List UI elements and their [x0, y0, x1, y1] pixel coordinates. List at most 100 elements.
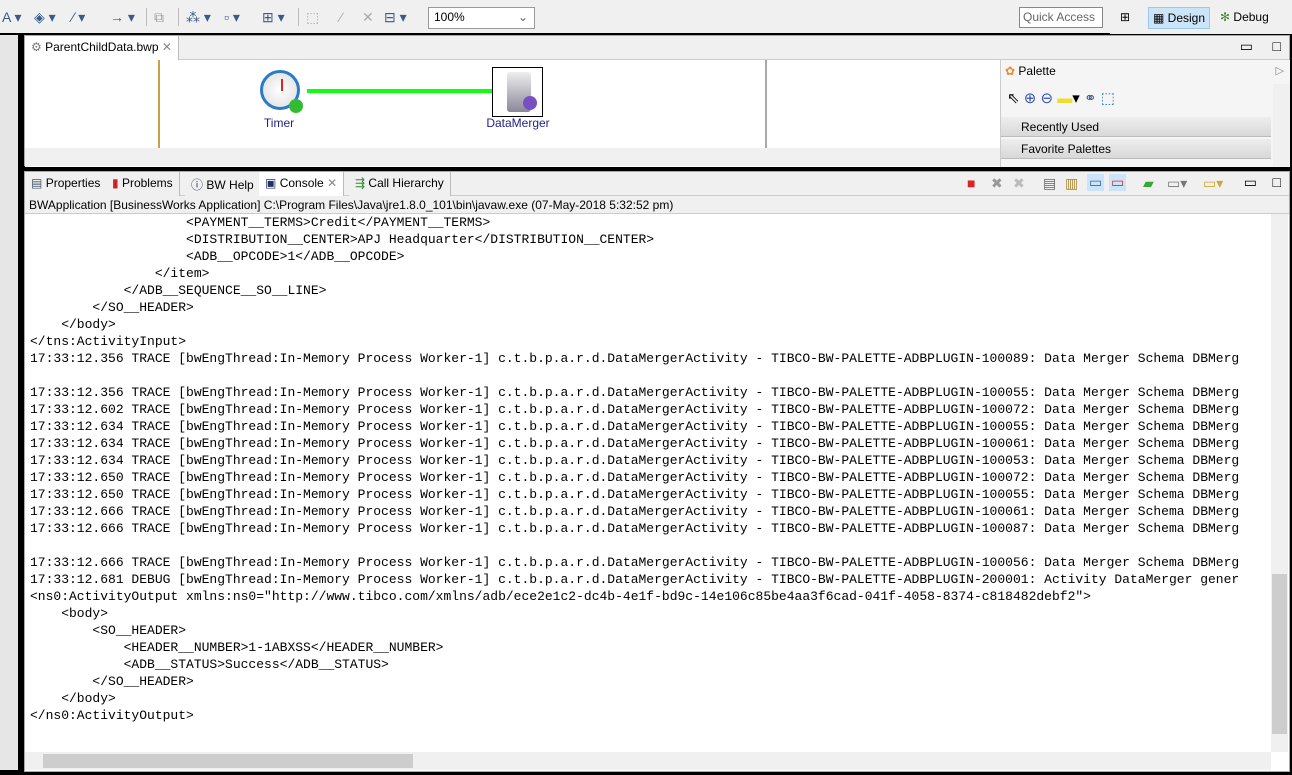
zoom-in-icon[interactable]: ⊕: [1024, 90, 1037, 107]
minimize-icon[interactable]: ▭: [1244, 174, 1257, 191]
scroll-lock-icon[interactable]: ▥: [1065, 175, 1078, 192]
process-canvas[interactable]: Timer DataMerger: [25, 60, 1000, 167]
tab-call-hierarchy[interactable]: ⇶ Call Hierarchy: [349, 172, 451, 196]
separator: [178, 8, 179, 26]
copy-format-icon[interactable]: ⧉: [154, 9, 164, 26]
show-stdout-icon[interactable]: ▭: [1087, 174, 1105, 191]
console-line: 17:33:12.650 TRACE [bwEngThread:In-Memor…: [30, 470, 1240, 485]
palette-header: ✿ Palette: [1005, 64, 1056, 78]
layout-icon[interactable]: ⊞ ▾: [262, 9, 285, 26]
remove-all-icon[interactable]: ✖: [1013, 175, 1025, 192]
palette-scrollbar[interactable]: [1273, 84, 1290, 166]
marquee-icon[interactable]: ⬚: [1101, 90, 1115, 107]
select-tool-icon[interactable]: ⇖: [1007, 90, 1020, 107]
show-stderr-icon[interactable]: ▭: [1109, 174, 1127, 191]
console-line: </body>: [30, 317, 116, 332]
display-console-icon[interactable]: ▭▾: [1167, 175, 1187, 192]
console-vertical-scrollbar[interactable]: [1271, 214, 1288, 752]
tab-label: BW Help: [206, 178, 254, 192]
drawer-favorite-palettes[interactable]: Favorite Palettes: [1001, 139, 1271, 159]
console-line: <SO__HEADER>: [30, 623, 187, 638]
maximize-icon[interactable]: □: [1273, 38, 1281, 54]
split-icon[interactable]: ⊟ ▾: [384, 9, 407, 26]
console-horizontal-scrollbar[interactable]: [25, 752, 1271, 770]
clear-console-icon[interactable]: ▤: [1043, 175, 1056, 192]
zoom-select[interactable]: 100% ⌄: [428, 7, 535, 29]
close-icon[interactable]: ✕: [162, 40, 172, 54]
zoom-out-icon[interactable]: ⊖: [1041, 90, 1054, 107]
align-icon[interactable]: ▫ ▾: [224, 9, 240, 26]
timer-icon[interactable]: [260, 70, 303, 113]
console-line: <PAYMENT__TERMS>Credit</PAYMENT__TERMS>: [30, 215, 491, 230]
canvas-horizontal-scrollbar[interactable]: [25, 148, 1000, 166]
tab-label: Properties: [45, 176, 101, 190]
debug-perspective-button[interactable]: ✻ Debug: [1216, 7, 1273, 29]
transition-arrow[interactable]: [307, 89, 492, 93]
problems-icon: ▮: [112, 176, 119, 190]
console-line: </ns0:ActivityOutput>: [30, 708, 194, 723]
tab-console[interactable]: ▣ Console ✕: [259, 172, 345, 196]
console-line: </tns:ActivityInput>: [30, 334, 187, 349]
link-icon[interactable]: ⚭: [1084, 90, 1097, 107]
drawer-recently-used[interactable]: Recently Used: [1001, 117, 1271, 137]
font-icon[interactable]: A ▾: [2, 9, 21, 26]
console-line: 17:33:12.650 TRACE [bwEngThread:In-Memor…: [30, 487, 1240, 502]
open-perspective-icon[interactable]: ⊞: [1116, 7, 1134, 29]
console-view: ▤ Properties ▮ Problems ⓘ BW Help ▣ Cons…: [24, 171, 1290, 772]
console-line: 17:33:12.356 TRACE [bwEngThread:In-Memor…: [30, 385, 1240, 400]
terminate-icon[interactable]: ■: [967, 175, 975, 191]
maximize-icon[interactable]: □: [1273, 174, 1281, 190]
separator: [298, 8, 299, 26]
tab-bw-help[interactable]: ⓘ BW Help: [185, 172, 261, 196]
debug-label: Debug: [1233, 10, 1269, 24]
console-line: </ADB__SEQUENCE__SO__LINE>: [30, 283, 327, 298]
scrollbar-thumb[interactable]: [1272, 574, 1287, 734]
editor-tabs: ⚙ ParentChildData.bwp ✕ ▭ □: [25, 36, 1289, 60]
node-label-datamerger: DataMerger: [486, 116, 550, 130]
palette-panel: ✿ Palette ▷ ⇖ ⊕ ⊖ ▬▾ ⚭ ⬚ Recently Used F…: [1000, 60, 1290, 167]
note-icon[interactable]: ▬: [1057, 90, 1072, 107]
datamerger-icon[interactable]: [492, 67, 543, 117]
design-perspective-button[interactable]: ▦ Design: [1148, 7, 1211, 29]
close-icon[interactable]: ✕: [327, 176, 337, 190]
design-label: Design: [1167, 11, 1206, 25]
minimize-icon[interactable]: ▭: [1240, 38, 1253, 55]
left-minimized-strip: [0, 35, 18, 770]
console-line: <ADB__OPCODE>1</ADB__OPCODE>: [30, 249, 405, 264]
properties-icon: ▤: [31, 176, 43, 190]
tab-parentchilddata[interactable]: ⚙ ParentChildData.bwp ✕: [25, 36, 179, 60]
perspective-bar: ⊞ ▦ Design ✻ Debug: [1110, 0, 1292, 34]
quick-access-input[interactable]: Quick Access: [1019, 7, 1103, 28]
console-output[interactable]: <PAYMENT__TERMS>Credit</PAYMENT__TERMS> …: [30, 214, 1270, 752]
fill-color-icon[interactable]: ◈ ▾: [34, 9, 56, 26]
console-line: 17:33:12.681 DEBUG [bwEngThread:In-Memor…: [30, 572, 1240, 587]
process-editor: ⚙ ParentChildData.bwp ✕ ▭ □ Timer DataMe…: [24, 35, 1290, 167]
remove-launch-icon[interactable]: ✖: [991, 175, 1003, 192]
scrollbar-thumb[interactable]: [43, 754, 413, 768]
gear-icon: ⚙: [31, 40, 42, 54]
console-line: </SO__HEADER>: [30, 300, 194, 315]
group-icon[interactable]: ⬚: [306, 9, 319, 26]
play-icon: [289, 99, 303, 113]
console-line: 17:33:12.666 TRACE [bwEngThread:In-Memor…: [30, 521, 1240, 536]
tab-properties[interactable]: ▤ Properties: [25, 172, 108, 196]
console-line: </body>: [30, 691, 116, 706]
console-line: <ns0:ActivityOutput xmlns:ns0="http://ww…: [30, 589, 1091, 604]
connection-style-icon[interactable]: → ▾: [110, 9, 135, 26]
collapse-palette-icon[interactable]: ▷: [1276, 64, 1284, 77]
console-line: 17:33:12.602 TRACE [bwEngThread:In-Memor…: [30, 402, 1240, 417]
pin-console-icon[interactable]: ▰: [1143, 175, 1154, 192]
route-icon[interactable]: ⁄: [340, 9, 342, 25]
line-color-icon[interactable]: ∕ ▾: [72, 9, 85, 26]
tab-label: Console: [279, 176, 324, 190]
tab-problems[interactable]: ▮ Problems: [106, 172, 180, 196]
console-line: <DISTRIBUTION__CENTER>APJ Headquarter</D…: [30, 232, 655, 247]
call-hierarchy-icon: ⇶: [355, 176, 366, 190]
remove-route-icon[interactable]: ✕: [362, 9, 374, 26]
arrange-icon[interactable]: ⁂ ▾: [186, 9, 211, 26]
open-console-icon[interactable]: ▭▾: [1203, 175, 1223, 192]
separator: [146, 8, 147, 26]
palette-tools: ⇖ ⊕ ⊖ ▬▾ ⚭ ⬚: [1007, 90, 1115, 107]
tab-label: Call Hierarchy: [368, 176, 444, 190]
